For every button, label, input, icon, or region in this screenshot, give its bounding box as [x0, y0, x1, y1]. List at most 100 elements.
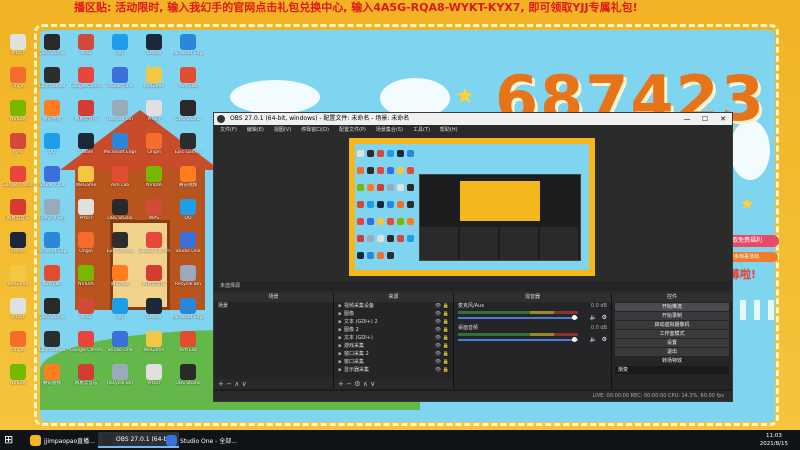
- down-icon[interactable]: ∨: [370, 380, 375, 388]
- source-item[interactable]: ▪ 文本 (GDI+) 👁 🔒: [334, 334, 453, 342]
- desktop-icon[interactable]: Recycle Bin: [104, 100, 136, 122]
- menu-edit[interactable]: 编辑(E): [247, 125, 264, 135]
- desktop-icon[interactable]: OBS Studio: [172, 100, 204, 122]
- visibility-icon[interactable]: 👁 🔒: [435, 358, 449, 366]
- desktop-icon[interactable]: 腾讯视频: [104, 265, 136, 287]
- virtual-camera-button[interactable]: 启动虚拟摄像机: [615, 321, 729, 329]
- visibility-icon[interactable]: 👁 🔒: [435, 342, 449, 350]
- scene-item[interactable]: 场景: [214, 302, 333, 310]
- source-item[interactable]: ▪ 窗口采集 2 👁 🔒: [334, 350, 453, 358]
- menu-docks[interactable]: 停靠窗口(D): [301, 125, 329, 135]
- visibility-icon[interactable]: 👁 🔒: [435, 302, 449, 310]
- gear-icon[interactable]: ⚙: [602, 336, 607, 343]
- desktop-icon[interactable]: QQ: [172, 199, 204, 221]
- desktop-icon[interactable]: NVIDIA: [2, 364, 34, 386]
- speaker-icon[interactable]: 🔈: [590, 336, 597, 343]
- desktop-icon[interactable]: QQ: [36, 133, 68, 155]
- desktop-icon[interactable]: 腾讯视频: [172, 166, 204, 188]
- preview-canvas[interactable]: [349, 138, 595, 276]
- desktop-icon[interactable]: 网易云音乐: [2, 199, 34, 221]
- desktop-icon[interactable]: Origin: [70, 232, 102, 254]
- desktop-icon[interactable]: WPS: [138, 199, 170, 221]
- desktop-icon[interactable]: Aim Lab: [104, 166, 136, 188]
- menu-view[interactable]: 视图(V): [274, 125, 291, 135]
- desktop-icon[interactable]: Google Chrome: [70, 67, 102, 89]
- desktop-icon[interactable]: 网易云音乐: [70, 364, 102, 386]
- minimize-button[interactable]: —: [678, 113, 696, 125]
- remove-icon[interactable]: −: [346, 380, 352, 388]
- menu-tools[interactable]: 工具(T): [413, 125, 430, 135]
- volume-knob[interactable]: [572, 315, 577, 320]
- desktop-icon[interactable]: Google Chrome: [138, 232, 170, 254]
- desktop-icon[interactable]: Studio One: [36, 166, 68, 188]
- desktop-icon[interactable]: WPS: [70, 298, 102, 320]
- obs-titlebar[interactable]: OBS 27.0.1 (64-bit, windows) - 配置文件: 未命名…: [214, 113, 732, 125]
- desktop-icon[interactable]: Prtscr: [2, 298, 34, 320]
- maximize-button[interactable]: ☐: [696, 113, 714, 125]
- desktop-icon[interactable]: Aim Lab: [36, 265, 68, 287]
- desktop-icon[interactable]: OBS Studio: [104, 199, 136, 221]
- desktop-icon[interactable]: WeGame: [2, 265, 34, 287]
- desktop-icon[interactable]: Recycle Bin: [36, 199, 68, 221]
- studio-mode-button[interactable]: 工作室模式: [615, 330, 729, 338]
- gear-icon[interactable]: ⚙: [602, 314, 607, 321]
- source-item[interactable]: ▪ 游戏采集 👁 🔒: [334, 342, 453, 350]
- visibility-icon[interactable]: 👁 🔒: [435, 350, 449, 358]
- desktop-icon[interactable]: Epic Games: [36, 67, 68, 89]
- speaker-icon[interactable]: 🔈: [590, 314, 597, 321]
- desktop-icon[interactable]: Steam: [70, 133, 102, 155]
- taskbar-clock[interactable]: 11:03 2021/8/15: [760, 432, 788, 448]
- desktop-icon[interactable]: NVIDIA: [70, 265, 102, 287]
- close-button[interactable]: ✕: [714, 113, 732, 125]
- desktop-icon[interactable]: Steam: [2, 232, 34, 254]
- source-item[interactable]: ▪ 窗口采集 👁 🔒: [334, 358, 453, 366]
- desktop-icon[interactable]: 网易云音乐: [70, 100, 102, 122]
- visibility-icon[interactable]: 👁 🔒: [435, 326, 449, 334]
- desktop-icon[interactable]: Origin: [138, 133, 170, 155]
- desktop-icon[interactable]: Microsoft Edge: [172, 34, 204, 56]
- taskbar-app-button[interactable]: Studio One - 全部...: [166, 432, 237, 448]
- desktop-icon[interactable]: OBS Studio: [36, 298, 68, 320]
- source-item[interactable]: ▪ 图像 2 👁 🔒: [334, 326, 453, 334]
- source-item[interactable]: ▪ 文本 (GDI+) 2 👁 🔒: [334, 318, 453, 326]
- down-icon[interactable]: ∨: [242, 380, 247, 388]
- visibility-icon[interactable]: 👁 🔒: [435, 334, 449, 342]
- source-item[interactable]: ▪ 图像 👁 🔒: [334, 310, 453, 318]
- desktop-icon[interactable]: Recycle Bin: [104, 364, 136, 386]
- up-icon[interactable]: ∧: [234, 380, 239, 388]
- desktop-icon[interactable]: Aim Lab: [172, 331, 204, 353]
- desktop-icon[interactable]: Epic Games: [36, 331, 68, 353]
- menu-profile[interactable]: 配置文件(P): [339, 125, 366, 135]
- up-icon[interactable]: ∧: [363, 380, 368, 388]
- desktop-icon[interactable]: QQ: [104, 34, 136, 56]
- desktop-icon[interactable]: Steam: [138, 298, 170, 320]
- desktop-icon[interactable]: NVIDIA: [138, 166, 170, 188]
- start-recording-button[interactable]: 开始录制: [615, 312, 729, 320]
- remove-icon[interactable]: −: [226, 380, 232, 388]
- volume-knob[interactable]: [572, 337, 577, 342]
- desktop-icon[interactable]: Google Chrome: [2, 166, 34, 188]
- desktop-icon[interactable]: Prtscr: [70, 199, 102, 221]
- volume-slider[interactable]: [458, 317, 578, 319]
- desktop-icon[interactable]: Recycle Bin: [172, 265, 204, 287]
- menu-file[interactable]: 文件(F): [220, 125, 237, 135]
- desktop-icon[interactable]: Aim Lab: [172, 67, 204, 89]
- desktop-icon[interactable]: Google Chrome: [70, 331, 102, 353]
- desktop-icon[interactable]: Epic Games: [172, 133, 204, 155]
- desktop-icon[interactable]: Prtscr: [138, 100, 170, 122]
- desktop-icon[interactable]: Studio One: [104, 331, 136, 353]
- add-icon[interactable]: +: [218, 380, 224, 388]
- menu-help[interactable]: 帮助(H): [440, 125, 458, 135]
- desktop-icon[interactable]: WeGame: [138, 331, 170, 353]
- desktop-icon[interactable]: 网易云音乐: [138, 265, 170, 287]
- settings-button[interactable]: 设置: [615, 339, 729, 347]
- volume-slider[interactable]: [458, 339, 578, 341]
- desktop-icon[interactable]: Origin: [2, 67, 34, 89]
- desktop-icon[interactable]: Studio One: [172, 232, 204, 254]
- gear-icon[interactable]: ⚙: [354, 380, 360, 388]
- windows-start-icon[interactable]: ⊞: [4, 434, 16, 446]
- desktop-icon[interactable]: 腾讯视频: [36, 364, 68, 386]
- desktop-icon[interactable]: Studio One: [104, 67, 136, 89]
- desktop-icon[interactable]: QQ: [104, 298, 136, 320]
- desktop-icon[interactable]: WeGame: [138, 67, 170, 89]
